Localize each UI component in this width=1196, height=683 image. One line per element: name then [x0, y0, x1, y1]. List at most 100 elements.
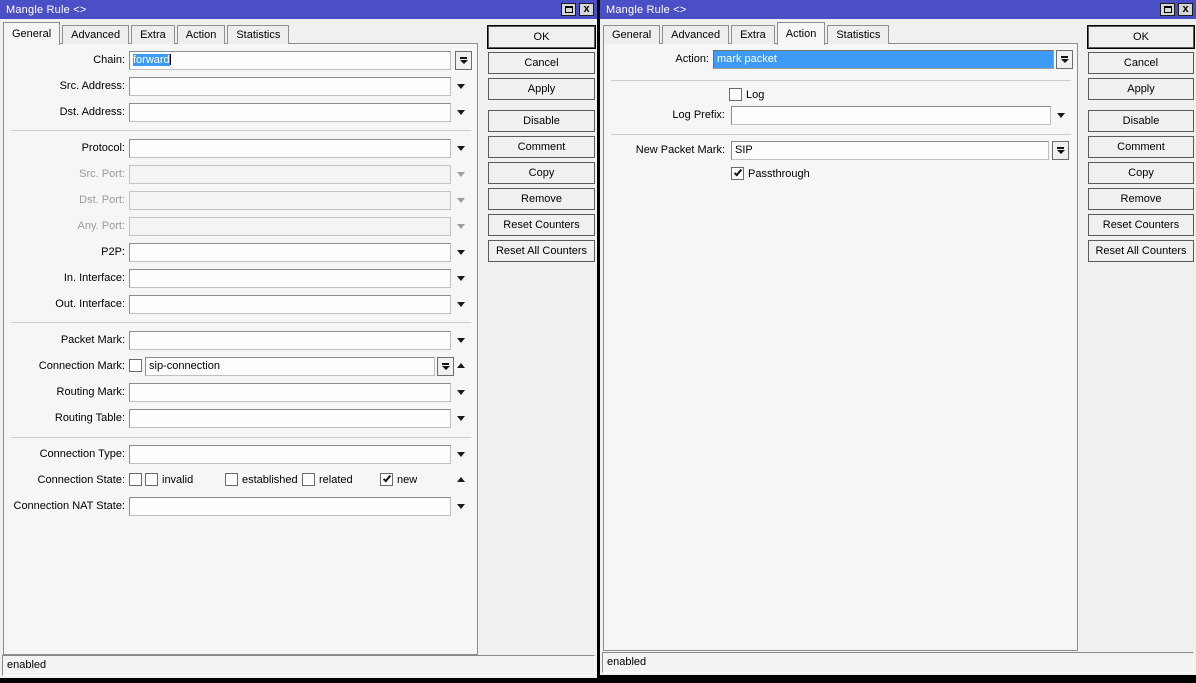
chevron-down-icon[interactable] — [457, 250, 465, 255]
tab-advanced[interactable]: Advanced — [662, 25, 730, 44]
dst-port-label: Dst. Port: — [79, 194, 125, 206]
apply-button[interactable]: Apply — [488, 78, 595, 100]
p2p-label: P2P: — [101, 246, 125, 258]
dst-port-row: Dst. Port: — [4, 191, 477, 210]
new-packet-mark-dropdown-button[interactable] — [1052, 141, 1069, 160]
chevron-down-icon[interactable] — [457, 390, 465, 395]
chevron-up-icon[interactable] — [457, 363, 465, 368]
cancel-button[interactable]: Cancel — [488, 52, 595, 74]
reset-counters-button[interactable]: Reset Counters — [1088, 214, 1194, 236]
disable-button[interactable]: Disable — [488, 110, 595, 132]
in-interface-input[interactable] — [129, 269, 451, 288]
maximize-button[interactable] — [1160, 3, 1175, 16]
copy-button[interactable]: Copy — [1088, 162, 1194, 184]
chain-input[interactable]: forward — [129, 51, 451, 70]
tab-action[interactable]: Action — [176, 25, 226, 44]
copy-button[interactable]: Copy — [488, 162, 595, 184]
connection-mark-not-checkbox[interactable] — [129, 359, 142, 372]
chevron-down-icon — [457, 224, 465, 229]
comment-button[interactable]: Comment — [488, 136, 595, 158]
close-icon: x — [583, 3, 590, 15]
connection-mark-label: Connection Mark: — [38, 360, 125, 372]
tab-extra[interactable]: Extra — [131, 25, 175, 44]
chevron-down-icon[interactable] — [457, 338, 465, 343]
action-input[interactable]: mark packet — [713, 50, 1054, 69]
passthrough-checkbox[interactable] — [731, 167, 744, 180]
p2p-input[interactable] — [129, 243, 451, 262]
routing-mark-input[interactable] — [129, 383, 451, 402]
log-row: Log — [604, 86, 1077, 105]
chevron-down-icon[interactable] — [457, 416, 465, 421]
chevron-down-icon[interactable] — [457, 302, 465, 307]
ok-button[interactable]: OK — [488, 26, 595, 48]
packet-mark-input[interactable] — [129, 331, 451, 350]
general-tab-panel: Chain: forward Src. Address: Dst. Addres… — [3, 43, 478, 655]
invalid-label: invalid — [162, 474, 194, 486]
protocol-input[interactable] — [129, 139, 451, 158]
checkmark-icon — [382, 473, 392, 483]
reset-counters-button[interactable]: Reset Counters — [488, 214, 595, 236]
connection-state-established-checkbox[interactable] — [225, 473, 238, 486]
close-button[interactable]: x — [579, 3, 594, 16]
log-checkbox[interactable] — [729, 88, 742, 101]
chevron-down-icon[interactable] — [457, 84, 465, 89]
out-interface-input[interactable] — [129, 295, 451, 314]
chevron-up-icon[interactable] — [457, 477, 465, 482]
dst-address-row: Dst. Address: — [4, 103, 477, 122]
ok-button[interactable]: OK — [1088, 26, 1194, 48]
apply-button[interactable]: Apply — [1088, 78, 1194, 100]
mangle-rule-window-general: Mangle Rule <> x General Advanced Extra … — [0, 0, 597, 678]
connection-nat-state-input[interactable] — [129, 497, 451, 516]
dst-address-input[interactable] — [129, 103, 451, 122]
chain-dropdown-button[interactable] — [455, 51, 472, 70]
chevron-down-icon[interactable] — [457, 110, 465, 115]
any-port-input — [129, 217, 451, 236]
titlebar[interactable]: Mangle Rule <> x — [600, 0, 1196, 19]
tab-statistics[interactable]: Statistics — [827, 25, 890, 44]
log-prefix-row: Log Prefix: — [604, 106, 1077, 125]
connection-state-new-checkbox[interactable] — [380, 473, 393, 486]
chevron-down-icon[interactable] — [457, 452, 465, 457]
in-interface-label: In. Interface: — [63, 272, 125, 284]
chevron-down-icon[interactable] — [1057, 113, 1065, 118]
comment-button[interactable]: Comment — [1088, 136, 1194, 158]
connection-state-related-checkbox[interactable] — [302, 473, 315, 486]
new-packet-mark-input[interactable]: SIP — [731, 141, 1049, 160]
connection-state-invalid-checkbox[interactable] — [145, 473, 158, 486]
chevron-down-icon[interactable] — [457, 504, 465, 509]
established-label: established — [242, 474, 298, 486]
tab-action[interactable]: Action — [776, 22, 826, 45]
tab-general[interactable]: General — [3, 22, 61, 45]
routing-table-label: Routing Table: — [54, 412, 125, 424]
chevron-down-icon[interactable] — [457, 276, 465, 281]
reset-all-counters-button[interactable]: Reset All Counters — [488, 240, 595, 262]
tab-advanced[interactable]: Advanced — [62, 25, 130, 44]
routing-table-input[interactable] — [129, 409, 451, 428]
chevron-down-icon[interactable] — [457, 146, 465, 151]
cancel-button[interactable]: Cancel — [1088, 52, 1194, 74]
maximize-icon — [1163, 6, 1172, 13]
close-button[interactable]: x — [1178, 3, 1193, 16]
connection-mark-dropdown-button[interactable] — [437, 357, 454, 376]
log-label: Log — [746, 89, 765, 101]
log-prefix-input[interactable] — [731, 106, 1051, 125]
reset-all-counters-button[interactable]: Reset All Counters — [1088, 240, 1194, 262]
maximize-button[interactable] — [561, 3, 576, 16]
action-dropdown-button[interactable] — [1056, 50, 1073, 69]
remove-button[interactable]: Remove — [1088, 188, 1194, 210]
tab-statistics[interactable]: Statistics — [227, 25, 290, 44]
src-address-input[interactable] — [129, 77, 451, 96]
window-title: Mangle Rule <> — [606, 3, 687, 16]
titlebar[interactable]: Mangle Rule <> x — [0, 0, 597, 19]
chevron-down-icon — [457, 198, 465, 203]
tab-extra[interactable]: Extra — [731, 25, 775, 44]
chevron-down-icon — [459, 60, 468, 64]
tab-general[interactable]: General — [603, 25, 661, 44]
connection-mark-input[interactable]: sip-connection — [145, 357, 435, 376]
remove-button[interactable]: Remove — [488, 188, 595, 210]
connection-type-input[interactable] — [129, 445, 451, 464]
disable-button[interactable]: Disable — [1088, 110, 1194, 132]
connection-state-not-checkbox[interactable] — [129, 473, 142, 486]
connection-state-label: Connection State: — [37, 474, 125, 486]
chevron-down-icon — [457, 172, 465, 177]
